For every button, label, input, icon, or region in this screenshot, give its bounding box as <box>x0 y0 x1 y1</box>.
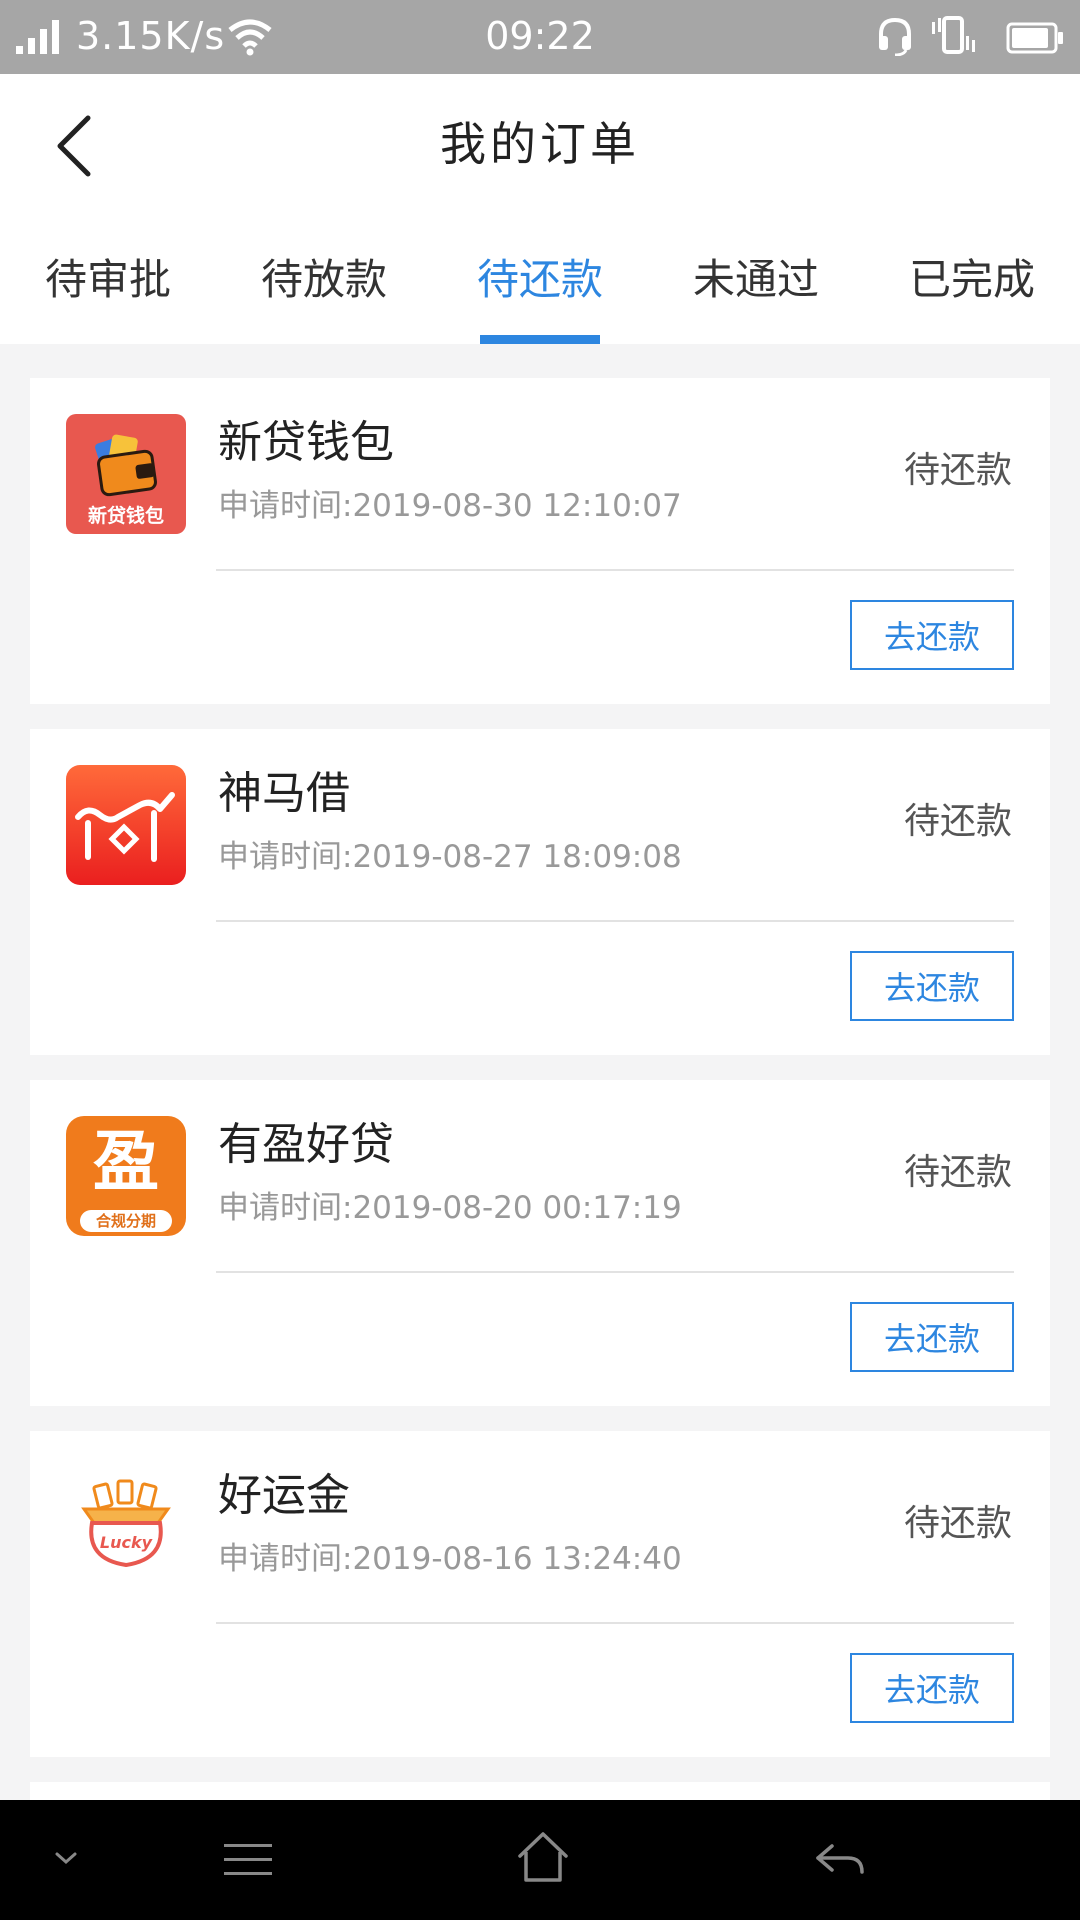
tab-label: 待审批 <box>44 255 171 304</box>
tab-label: 未通过 <box>692 255 819 304</box>
tab-pending-approval[interactable]: 待审批 <box>0 214 216 344</box>
horse-icon <box>75 792 175 862</box>
divider <box>216 1622 1014 1624</box>
headset-icon <box>879 17 911 56</box>
logo-character: 盈 <box>93 1123 159 1200</box>
order-status: 待还款 <box>903 1152 1012 1193</box>
divider <box>216 920 1014 922</box>
repay-button[interactable]: 去还款 <box>850 600 1014 670</box>
clock: 09:22 <box>485 14 595 58</box>
divider <box>216 1271 1014 1273</box>
app-logo-youying: 盈 合规分期 <box>66 1116 186 1236</box>
product-name: 有盈好贷 <box>218 1119 394 1170</box>
tab-label: 已完成 <box>908 255 1035 304</box>
product-name: 神马借 <box>218 768 350 819</box>
app-logo-xindai-wallet: 新贷钱包 <box>66 414 186 534</box>
repay-button[interactable]: 去还款 <box>850 1302 1014 1372</box>
repay-button[interactable]: 去还款 <box>850 951 1014 1021</box>
logo-caption: 合规分期 <box>80 1210 172 1232</box>
order-status: 待还款 <box>903 450 1012 491</box>
menu-icon[interactable] <box>222 1840 274 1880</box>
apply-time: 申请时间:2019-08-30 12:10:07 <box>218 488 682 524</box>
system-navigation-bar <box>0 1800 1080 1920</box>
apply-time: 申请时间:2019-08-20 00:17:19 <box>218 1190 682 1226</box>
app-logo-shenma <box>66 765 186 885</box>
divider <box>216 569 1014 571</box>
tab-rejected[interactable]: 未通过 <box>648 214 864 344</box>
back-icon[interactable] <box>812 1840 866 1880</box>
tab-completed[interactable]: 已完成 <box>864 214 1080 344</box>
battery-icon <box>1006 22 1063 54</box>
tab-pending-repayment[interactable]: 待还款 <box>432 214 648 344</box>
apply-time: 申请时间:2019-08-16 13:24:40 <box>218 1541 682 1577</box>
order-card[interactable]: 神马借 申请时间:2019-08-27 18:09:08 待还款 去还款 <box>30 729 1050 1055</box>
page-title: 我的订单 <box>440 117 640 171</box>
logo-caption: 新贷钱包 <box>87 505 164 527</box>
order-card[interactable]: 新贷钱包 新贷钱包 申请时间:2019-08-30 12:10:07 待还款 去… <box>30 378 1050 704</box>
order-status: 待还款 <box>903 801 1012 842</box>
order-list: 新贷钱包 新贷钱包 申请时间:2019-08-30 12:10:07 待还款 去… <box>30 378 1050 1847</box>
lucky-bag-icon <box>81 1479 171 1568</box>
tab-underline <box>480 335 600 344</box>
logo-caption: Lucky <box>99 1533 153 1552</box>
product-name: 新贷钱包 <box>218 417 394 468</box>
tab-label: 待放款 <box>260 255 387 304</box>
vibrate-icon <box>932 16 975 54</box>
app-logo-haoyunjin: Lucky <box>66 1467 186 1587</box>
order-card[interactable]: 盈 合规分期 有盈好贷 申请时间:2019-08-20 00:17:19 待还款… <box>30 1080 1050 1406</box>
collapse-icon[interactable] <box>52 1844 80 1872</box>
order-tabs: 待审批 待放款 待还款 未通过 已完成 <box>0 214 1080 344</box>
apply-time: 申请时间:2019-08-27 18:09:08 <box>218 839 682 875</box>
header: 我的订单 <box>0 74 1080 214</box>
tab-pending-disbursement[interactable]: 待放款 <box>216 214 432 344</box>
home-icon[interactable] <box>516 1830 570 1884</box>
order-status: 待还款 <box>903 1503 1012 1544</box>
repay-button[interactable]: 去还款 <box>850 1653 1014 1723</box>
product-name: 好运金 <box>218 1470 350 1521</box>
order-card[interactable]: Lucky 好运金 申请时间:2019-08-16 13:24:40 待还款 去… <box>30 1431 1050 1757</box>
status-bar: 3.15K/s 09:22 <box>0 0 1080 74</box>
tab-label: 待还款 <box>476 255 603 304</box>
